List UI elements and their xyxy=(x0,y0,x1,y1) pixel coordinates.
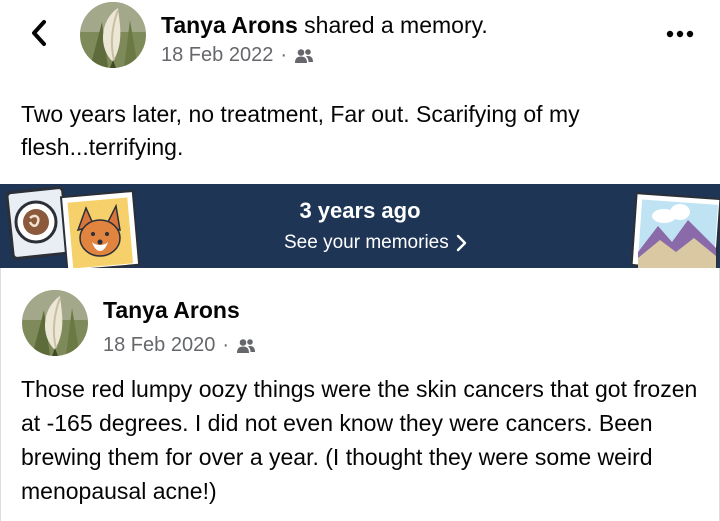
see-memories-link[interactable]: See your memories xyxy=(284,232,467,254)
more-horizontal-icon xyxy=(666,30,694,38)
post-text: Two years later, no treatment, Far out. … xyxy=(21,101,580,160)
shared-post-author[interactable]: Tanya Arons xyxy=(103,297,240,324)
shared-post-meta: 18 Feb 2020 · xyxy=(103,334,256,357)
header-author-line: Tanya Arons shared a memory. xyxy=(161,10,488,40)
more-options-button[interactable] xyxy=(662,22,698,46)
post-date[interactable]: 18 Feb 2022 xyxy=(161,44,273,67)
chevron-left-icon xyxy=(32,20,46,46)
friends-icon xyxy=(237,338,255,353)
shared-post-text: Those red lumpy oozy things were the ski… xyxy=(21,376,698,504)
memory-banner-title: 3 years ago xyxy=(299,198,421,223)
see-memories-label: See your memories xyxy=(284,232,449,253)
avatar-photo xyxy=(80,2,146,68)
shared-post-avatar[interactable] xyxy=(22,290,88,356)
chevron-right-icon xyxy=(456,234,466,252)
shared-post-date[interactable]: 18 Feb 2020 xyxy=(103,334,215,357)
avatar-photo xyxy=(22,290,88,356)
meta-separator: · xyxy=(280,44,287,66)
mountain-photo-illustration xyxy=(630,192,720,268)
avatar[interactable] xyxy=(80,2,146,68)
friends-icon xyxy=(295,48,313,63)
share-action-text: shared a memory. xyxy=(297,12,488,38)
memory-banner[interactable]: 3 years ago See your memories xyxy=(0,184,720,268)
author-name[interactable]: Tanya Arons xyxy=(161,12,298,38)
post-header: Tanya Arons shared a memory. 18 Feb 2022… xyxy=(0,0,720,80)
post-meta: 18 Feb 2022 · xyxy=(161,44,314,67)
back-button[interactable] xyxy=(22,16,56,50)
meta-separator: · xyxy=(222,334,229,356)
